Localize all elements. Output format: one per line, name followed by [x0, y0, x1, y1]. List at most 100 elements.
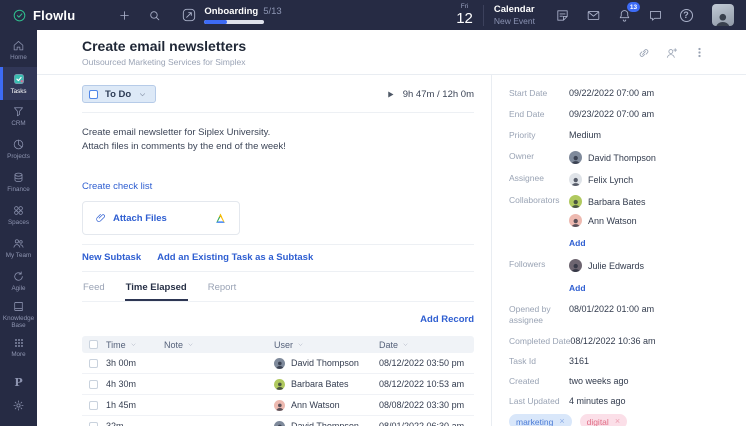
paperclip-icon [96, 214, 105, 222]
sort-chevron-icon [298, 343, 303, 346]
remove-tag-icon[interactable]: × [559, 417, 564, 426]
detail-label: Priority [509, 130, 536, 140]
add-follower-link[interactable]: Add [569, 283, 586, 293]
more-grid-icon [14, 338, 23, 347]
flowlu-product-icon[interactable]: P [14, 376, 22, 389]
sidebar-item-my-team[interactable]: My Team [0, 232, 37, 265]
start-timer-button[interactable] [386, 90, 395, 99]
help-button[interactable]: ? [675, 4, 697, 26]
add-collaborator-link[interactable]: Add [569, 238, 586, 248]
tab-feed[interactable]: Feed [82, 277, 106, 301]
tab-report[interactable]: Report [207, 277, 238, 301]
task-details-panel: Start Date 09/22/2022 07:00 am End Date … [491, 75, 746, 426]
select-all-checkbox[interactable] [89, 340, 98, 349]
row-checkbox[interactable] [89, 358, 98, 368]
user-avatar[interactable] [712, 4, 734, 26]
add-button[interactable] [113, 4, 135, 26]
flowlu-logo[interactable]: Flowlu [12, 8, 75, 23]
mail-icon [587, 10, 599, 20]
share-button[interactable] [665, 46, 679, 60]
knowledge-book-icon [14, 301, 23, 311]
row-checkbox[interactable] [89, 400, 98, 410]
sidebar-item-tasks[interactable]: Tasks [0, 67, 37, 100]
sidebar-item-home[interactable]: Home [0, 34, 37, 67]
detail-label: Followers [509, 259, 546, 269]
created-value: two weeks ago [569, 376, 629, 386]
mail-button[interactable] [582, 4, 604, 26]
sort-chevron-icon [131, 343, 136, 346]
table-row[interactable]: 1h 45m Ann Watson 08/08/2022 03:30 pm [82, 395, 474, 416]
copy-link-button[interactable] [637, 46, 651, 60]
start-date-value[interactable]: 09/22/2022 07:00 am [569, 88, 654, 99]
column-header-date[interactable]: Date [379, 340, 474, 350]
person-silhouette-icon [716, 13, 730, 26]
sidebar-item-more[interactable]: More [0, 331, 37, 364]
collaborator-person[interactable]: Ann Watson [569, 214, 646, 227]
status-dropdown[interactable]: To Do [82, 85, 157, 103]
column-header-time[interactable]: Time [106, 340, 164, 350]
column-header-user[interactable]: User [274, 340, 379, 350]
opened-by-assignee-value: 08/01/2022 01:00 am [569, 304, 655, 314]
chat-button[interactable] [644, 4, 666, 26]
sidebar-item-spaces[interactable]: Spaces [0, 199, 37, 232]
attach-files-button[interactable]: Attach Files [82, 201, 240, 235]
tasks-icon [13, 73, 24, 84]
avatar [274, 378, 285, 390]
tag-digital: digital × [579, 414, 628, 426]
divider [82, 244, 474, 245]
row-checkbox[interactable] [89, 379, 98, 389]
add-record-link[interactable]: Add Record [420, 314, 474, 325]
tags-list: marketing × digital × [509, 414, 726, 426]
settings-gear-icon[interactable] [12, 399, 25, 412]
table-row[interactable]: 32m David Thompson 08/01/2022 06:30 am [82, 416, 474, 426]
google-drive-icon[interactable] [214, 212, 227, 225]
remove-tag-icon[interactable]: × [615, 417, 620, 426]
add-existing-subtask-link[interactable]: Add an Existing Task as a Subtask [157, 252, 313, 263]
notes-button[interactable] [551, 4, 573, 26]
team-people-icon [13, 239, 24, 249]
page-title: Create email newsletters [82, 38, 247, 54]
sidebar-item-finance[interactable]: Finance [0, 166, 37, 199]
agile-cycle-icon [14, 271, 23, 282]
end-date-value[interactable]: 09/23/2022 07:00 am [569, 109, 654, 120]
table-row[interactable]: 4h 30m Barbara Bates 08/12/2022 10:53 am [82, 374, 474, 395]
project-breadcrumb[interactable]: Outsourced Marketing Services for Simple… [82, 57, 246, 67]
search-button[interactable] [143, 4, 165, 26]
user-cell: David Thompson [274, 420, 379, 426]
new-subtask-link[interactable]: New Subtask [82, 252, 141, 263]
onboarding-progress-fill [204, 20, 228, 24]
home-icon [13, 41, 24, 51]
tag-marketing: marketing × [509, 414, 572, 426]
priority-value[interactable]: Medium [569, 130, 601, 141]
status-checkbox-icon [89, 89, 98, 99]
assignee-person[interactable]: Felix Lynch [569, 173, 633, 186]
tab-time-elapsed[interactable]: Time Elapsed [124, 277, 188, 301]
follower-person[interactable]: Julie Edwards [569, 259, 644, 272]
user-cell: Barbara Bates [274, 378, 379, 390]
onboarding-widget[interactable]: Onboarding 5/13 [181, 6, 282, 24]
collaborator-person[interactable]: Barbara Bates [569, 195, 646, 208]
timer-value: 9h 47m / 12h 0m [402, 88, 474, 100]
owner-person[interactable]: David Thompson [569, 151, 656, 164]
calendar-shortcut[interactable]: Calendar New Event [494, 4, 535, 27]
table-row[interactable]: 3h 00m David Thompson 08/12/2022 03:50 p… [82, 353, 474, 374]
topbar-date[interactable]: Fri 12 [456, 3, 473, 26]
sort-chevron-icon [188, 343, 193, 346]
column-header-note[interactable]: Note [164, 340, 274, 350]
row-checkbox[interactable] [89, 421, 98, 426]
avatar [569, 173, 582, 186]
date-cell: 08/01/2022 06:30 am [379, 421, 465, 426]
help-icon: ? [679, 8, 693, 22]
sidebar-item-knowledge-base[interactable]: Knowledge Base [0, 298, 37, 331]
task-id-value: 3161 [569, 356, 590, 366]
sidebar-item-crm[interactable]: CRM [0, 100, 37, 133]
avatar [274, 357, 285, 369]
avatar [569, 195, 582, 208]
sidebar: Home Tasks CRM Projects Finance Spaces M… [0, 30, 37, 426]
more-menu-button[interactable] [693, 46, 706, 59]
sidebar-item-projects[interactable]: Projects [0, 133, 37, 166]
sidebar-item-agile[interactable]: Agile [0, 265, 37, 298]
task-main: To Do 9h 47m / 12h 0m Create email newsl… [37, 75, 491, 426]
create-checklist-link[interactable]: Create check list [82, 181, 152, 192]
avatar [569, 151, 582, 164]
